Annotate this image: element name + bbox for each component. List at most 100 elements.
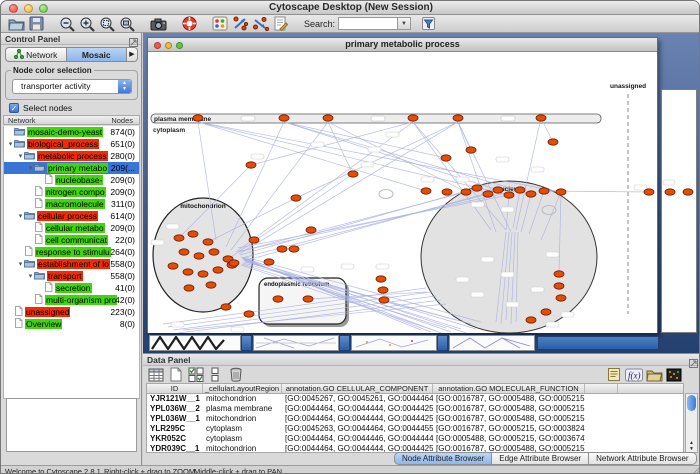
network-node[interactable]: [221, 304, 231, 310]
network-node[interactable]: [554, 271, 564, 277]
network-node[interactable]: [206, 282, 216, 288]
network-node[interactable]: [453, 115, 463, 121]
network-node[interactable]: [379, 297, 389, 303]
delete-attribute-icon[interactable]: [227, 366, 245, 383]
expand-triangle-icon[interactable]: ▾: [27, 272, 34, 280]
attribute-table-icon[interactable]: [147, 366, 165, 383]
table-column-header[interactable]: _cellularLayoutRegion: [203, 384, 282, 393]
network-node[interactable]: [198, 271, 208, 277]
tree-row[interactable]: ▾establishment of lo558(0): [4, 258, 139, 270]
table-scrollbar[interactable]: ▲▼: [685, 393, 698, 453]
tab-network[interactable]: Network: [5, 47, 66, 62]
expand-triangle-icon[interactable]: ▾: [7, 140, 14, 148]
tree-row[interactable]: cellular metabo209(0): [4, 222, 139, 234]
network-node[interactable]: [556, 189, 566, 195]
network-node[interactable]: [408, 115, 418, 121]
window-fragment[interactable]: [149, 335, 241, 351]
network-view-window[interactable]: primary metabolic process plasma membran…: [147, 37, 658, 333]
tree-row[interactable]: nitrogen compo209(0): [4, 186, 139, 198]
network-node[interactable]: [539, 188, 549, 194]
network-node[interactable]: [526, 191, 536, 197]
network-node[interactable]: [378, 287, 388, 293]
network-node[interactable]: [466, 147, 476, 153]
network-node[interactable]: [277, 246, 287, 252]
window-fragment[interactable]: [449, 335, 535, 351]
tree-row[interactable]: multi-organism pro42(0): [4, 294, 139, 306]
network-node[interactable]: [442, 189, 452, 195]
filter-icon[interactable]: [419, 15, 437, 32]
network-node[interactable]: [683, 189, 693, 195]
network-node[interactable]: [556, 295, 566, 301]
network-node[interactable]: [554, 283, 564, 289]
tab-mosaic[interactable]: Mosaic: [66, 47, 128, 62]
network-node[interactable]: [264, 259, 274, 265]
window-fragment-titlebar[interactable]: [537, 336, 659, 350]
open-icon[interactable]: [7, 15, 25, 32]
network-node[interactable]: [291, 195, 301, 201]
network-node[interactable]: [273, 296, 283, 302]
expand-triangle-icon[interactable]: ▾: [17, 152, 24, 160]
tree-row[interactable]: ▾cellular process614(0): [4, 210, 139, 222]
snapshot-icon[interactable]: [149, 15, 167, 32]
network-node[interactable]: [174, 235, 184, 241]
expand-triangle-icon[interactable]: ▾: [27, 164, 34, 172]
network-overlay-a-icon[interactable]: [231, 15, 249, 32]
network-node[interactable]: [376, 276, 386, 282]
network-node[interactable]: [213, 267, 223, 273]
help-icon[interactable]: [180, 15, 198, 32]
network-node[interactable]: [421, 188, 431, 194]
window-titlebar[interactable]: Cytoscape Desktop (New Session): [1, 1, 700, 15]
zoom-selected-icon[interactable]: [98, 15, 116, 32]
network-node[interactable]: [246, 162, 256, 168]
network-window-titlebar[interactable]: primary metabolic process: [148, 38, 657, 52]
network-node[interactable]: [644, 189, 654, 195]
network-overlay-b-icon[interactable]: [251, 15, 269, 32]
network-node[interactable]: [548, 139, 558, 145]
table-row[interactable]: YLR295Ccytoplasm[GO:0045263, GO:0044464,…: [147, 424, 683, 434]
zoom-fit-icon[interactable]: [118, 15, 136, 32]
network-canvas[interactable]: plasma membranecytoplasmmitochondrionnuc…: [148, 52, 657, 333]
table-row[interactable]: YJR121W__1mitochondrion[GO:0045267, GO:0…: [147, 394, 683, 404]
birds-eye-view[interactable]: [6, 398, 137, 452]
network-node[interactable]: [323, 115, 333, 121]
background-window-fragment[interactable]: [661, 89, 697, 333]
network-node[interactable]: [289, 246, 299, 252]
tree-row[interactable]: unassigned223(0): [4, 306, 139, 318]
table-column-header[interactable]: [585, 384, 618, 393]
tree-row[interactable]: ▾primary metabo209(...: [4, 162, 139, 174]
network-node[interactable]: [526, 317, 536, 323]
annotation-icon[interactable]: [271, 15, 289, 32]
network-node[interactable]: [665, 189, 675, 195]
network-node[interactable]: [179, 249, 189, 255]
network-node[interactable]: [306, 227, 316, 233]
network-node[interactable]: [249, 237, 259, 243]
resize-grip-icon[interactable]: [690, 467, 700, 474]
search-input[interactable]: [338, 17, 398, 30]
network-node[interactable]: [203, 239, 213, 245]
network-node[interactable]: [472, 185, 482, 191]
new-attribute-icon[interactable]: [167, 366, 185, 383]
matrix-icon[interactable]: [665, 366, 683, 383]
network-node[interactable]: [303, 296, 313, 302]
network-node[interactable]: [168, 263, 178, 269]
network-node[interactable]: [193, 115, 203, 121]
select-nodes-checkbox[interactable]: ✓: [9, 103, 19, 113]
network-node[interactable]: [348, 171, 358, 177]
tree-row[interactable]: ▾metabolic process280(0): [4, 150, 139, 162]
network-node[interactable]: [504, 192, 514, 198]
network-node[interactable]: [188, 231, 198, 237]
node-color-dropdown[interactable]: transporter activity ▲▼: [12, 79, 132, 94]
network-node[interactable]: [493, 187, 503, 193]
table-row[interactable]: YPL036W__2plasma membrane[GO:0044464, GO…: [147, 404, 683, 414]
window-fragment[interactable]: [351, 335, 437, 351]
table-column-header[interactable]: annotation.GO CELLULAR_COMPONENT: [282, 384, 433, 393]
window-fragment-titlebar[interactable]: [241, 335, 252, 351]
table-row[interactable]: YKR052Ccytoplasm[GO:0044464, GO:0044446,…: [147, 434, 683, 444]
network-node[interactable]: [244, 311, 254, 317]
save-icon[interactable]: [27, 15, 45, 32]
network-node[interactable]: [536, 115, 546, 121]
zoom-out-icon[interactable]: [58, 15, 76, 32]
tab-overflow-icon[interactable]: ▶: [127, 47, 138, 62]
window-fragment[interactable]: [253, 335, 339, 351]
network-node[interactable]: [483, 191, 493, 197]
